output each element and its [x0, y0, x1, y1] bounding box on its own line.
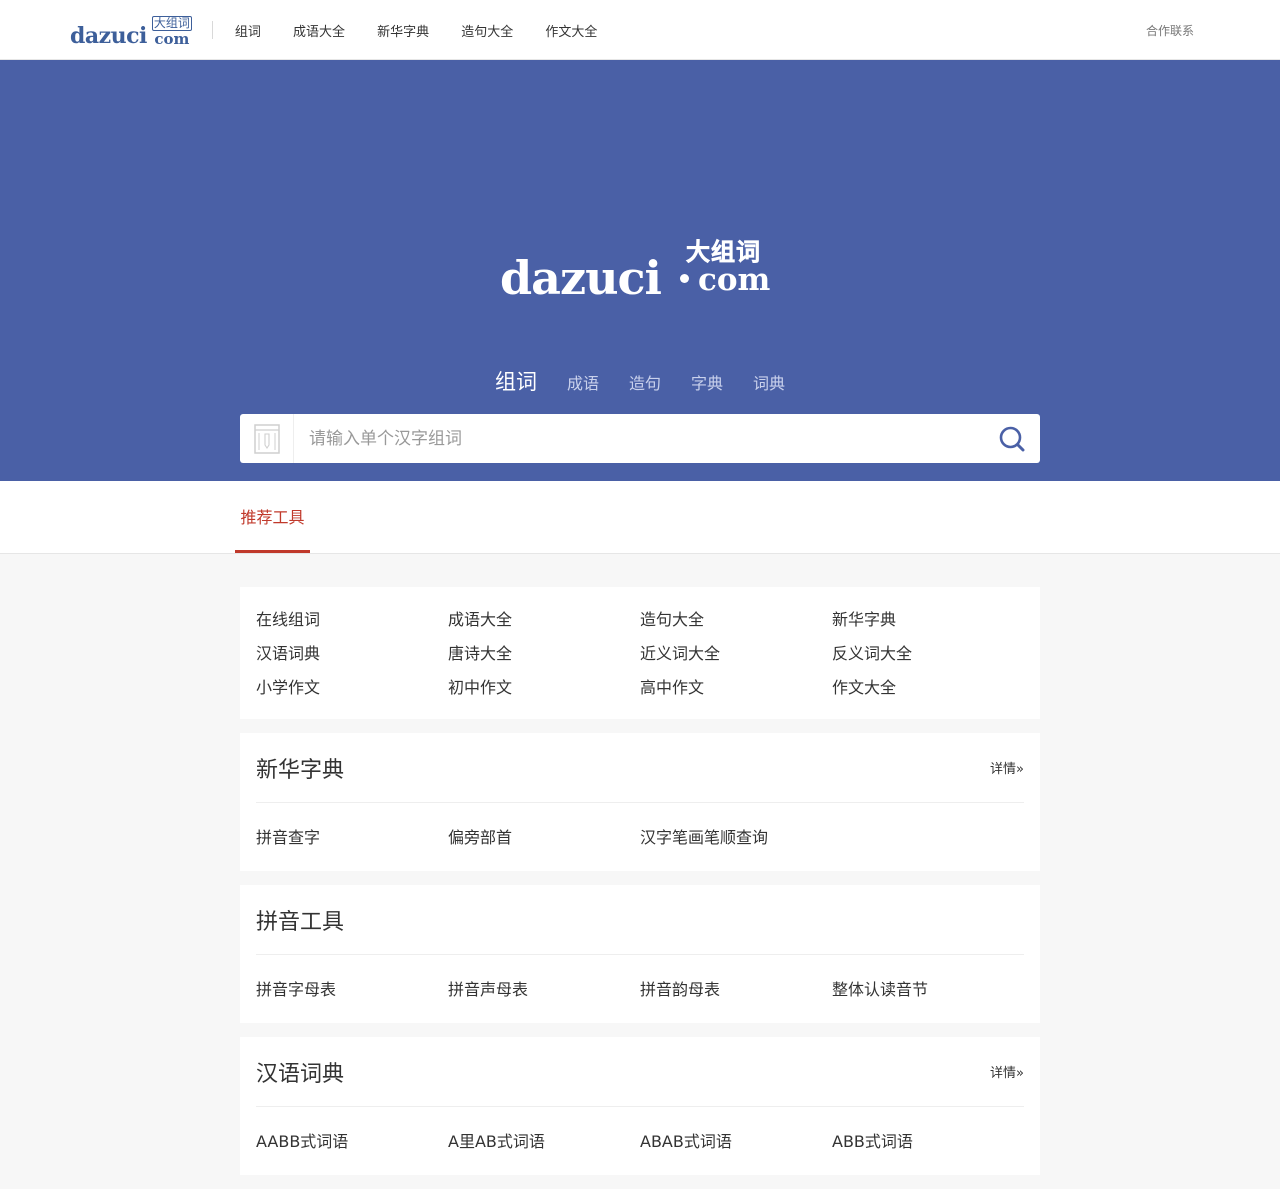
tool-link[interactable]: 近义词大全	[640, 637, 832, 671]
details-link[interactable]: 详情»	[990, 758, 1024, 777]
tool-link[interactable]: 在线组词	[256, 603, 448, 637]
tool-link[interactable]: 高中作文	[640, 671, 832, 705]
main-content: 在线组词 成语大全 造句大全 新华字典 汉语词典 唐诗大全 近义词大全 反义词大…	[240, 587, 1040, 1189]
tool-link[interactable]: 唐诗大全	[448, 637, 640, 671]
pinyin-link[interactable]: 拼音韵母表	[640, 973, 832, 1007]
search-button[interactable]	[984, 414, 1040, 463]
hero-banner: dazuci 大组词 com 组词 成语 造句 字典 词典	[0, 60, 1280, 481]
logo-wordmark: dazuci	[70, 23, 147, 49]
nav-item-xinhua[interactable]: 新华字典	[377, 25, 429, 40]
cidian-link[interactable]: A里AB式词语	[448, 1125, 640, 1159]
tool-link[interactable]: 反义词大全	[832, 637, 1024, 671]
pinyin-link[interactable]: 拼音字母表	[256, 973, 448, 1007]
details-link[interactable]: 详情»	[990, 1062, 1024, 1081]
logo-cn-mark: 大组词	[151, 16, 192, 31]
pinyin-links: 拼音字母表 拼音声母表 拼音韵母表 整体认读音节	[256, 973, 1024, 1007]
card-title: 拼音工具	[256, 909, 345, 935]
nav-item-chengyu[interactable]: 成语大全	[293, 25, 345, 40]
tab-recommended-tools[interactable]: 推荐工具	[235, 481, 310, 553]
xinhua-link[interactable]: 拼音查字	[256, 821, 448, 855]
card-title: 汉语词典	[256, 1061, 345, 1087]
nav-item-zuowen[interactable]: 作文大全	[545, 25, 597, 40]
card-header: 新华字典 详情»	[256, 733, 1024, 803]
contact-link[interactable]: 合作联系	[1146, 22, 1194, 39]
nav-divider	[211, 21, 213, 39]
cidian-link[interactable]: AABB式词语	[256, 1125, 448, 1159]
nav-item-zaoju[interactable]: 造句大全	[461, 25, 513, 40]
cidian-link[interactable]: ABAB式词语	[640, 1125, 832, 1159]
card-header: 拼音工具	[256, 885, 1024, 955]
chinese-dictionary-card: 汉语词典 详情» AABB式词语 A里AB式词语 ABAB式词语 ABB式词语	[240, 1037, 1040, 1175]
tool-link[interactable]: 初中作文	[448, 671, 640, 705]
xinhua-dictionary-card: 新华字典 详情» 拼音查字 偏旁部首 汉字笔画笔顺查询	[240, 733, 1040, 871]
pinyin-tools-card: 拼音工具 拼音字母表 拼音声母表 拼音韵母表 整体认读音节	[240, 885, 1040, 1023]
main-nav: 组词 成语大全 新华字典 造句大全 作文大全	[235, 21, 624, 40]
card-title: 新华字典	[256, 757, 345, 783]
pinyin-link[interactable]: 拼音声母表	[448, 973, 640, 1007]
nav-item-zuci[interactable]: 组词	[235, 25, 261, 40]
section-tab-bar: 推荐工具	[0, 481, 1280, 554]
card-header: 汉语词典 详情»	[256, 1037, 1024, 1107]
hero-logo: dazuci 大组词 com	[500, 238, 780, 304]
tab-cidian[interactable]: 词典	[753, 370, 785, 394]
search-icon	[999, 426, 1025, 451]
hero-logo-dot	[680, 274, 689, 283]
pinyin-link[interactable]: 整体认读音节	[832, 973, 1024, 1007]
hero-logo-wordmark: dazuci	[500, 251, 662, 305]
tool-link[interactable]: 成语大全	[448, 603, 640, 637]
tab-chengyu[interactable]: 成语	[567, 370, 599, 394]
site-logo[interactable]: dazuci 大组词 com	[70, 13, 192, 47]
search-input[interactable]	[294, 415, 984, 462]
tab-zuci[interactable]: 组词	[495, 366, 537, 396]
tool-link[interactable]: 汉语词典	[256, 637, 448, 671]
tab-zaoju[interactable]: 造句	[629, 370, 661, 394]
top-header: dazuci 大组词 com 组词 成语大全 新华字典 造句大全 作文大全 合作…	[0, 0, 1280, 60]
tool-link[interactable]: 小学作文	[256, 671, 448, 705]
dictionary-icon	[240, 414, 294, 463]
search-box	[240, 414, 1040, 463]
tab-zidian[interactable]: 字典	[691, 370, 723, 394]
tool-link[interactable]: 新华字典	[832, 603, 1024, 637]
cidian-links: AABB式词语 A里AB式词语 ABAB式词语 ABB式词语	[256, 1125, 1024, 1159]
recommended-tools-card: 在线组词 成语大全 造句大全 新华字典 汉语词典 唐诗大全 近义词大全 反义词大…	[240, 587, 1040, 719]
xinhua-link[interactable]: 偏旁部首	[448, 821, 640, 855]
tool-link[interactable]: 造句大全	[640, 603, 832, 637]
xinhua-links: 拼音查字 偏旁部首 汉字笔画笔顺查询	[256, 821, 1024, 855]
hero-logo-com: com	[698, 262, 771, 298]
tools-grid: 在线组词 成语大全 造句大全 新华字典 汉语词典 唐诗大全 近义词大全 反义词大…	[256, 603, 1024, 705]
tool-link[interactable]: 作文大全	[832, 671, 1024, 705]
cidian-link[interactable]: ABB式词语	[832, 1125, 1024, 1159]
search-tabs: 组词 成语 造句 字典 词典	[0, 366, 1280, 396]
logo-com: com	[154, 30, 190, 48]
xinhua-link[interactable]: 汉字笔画笔顺查询	[640, 821, 832, 855]
